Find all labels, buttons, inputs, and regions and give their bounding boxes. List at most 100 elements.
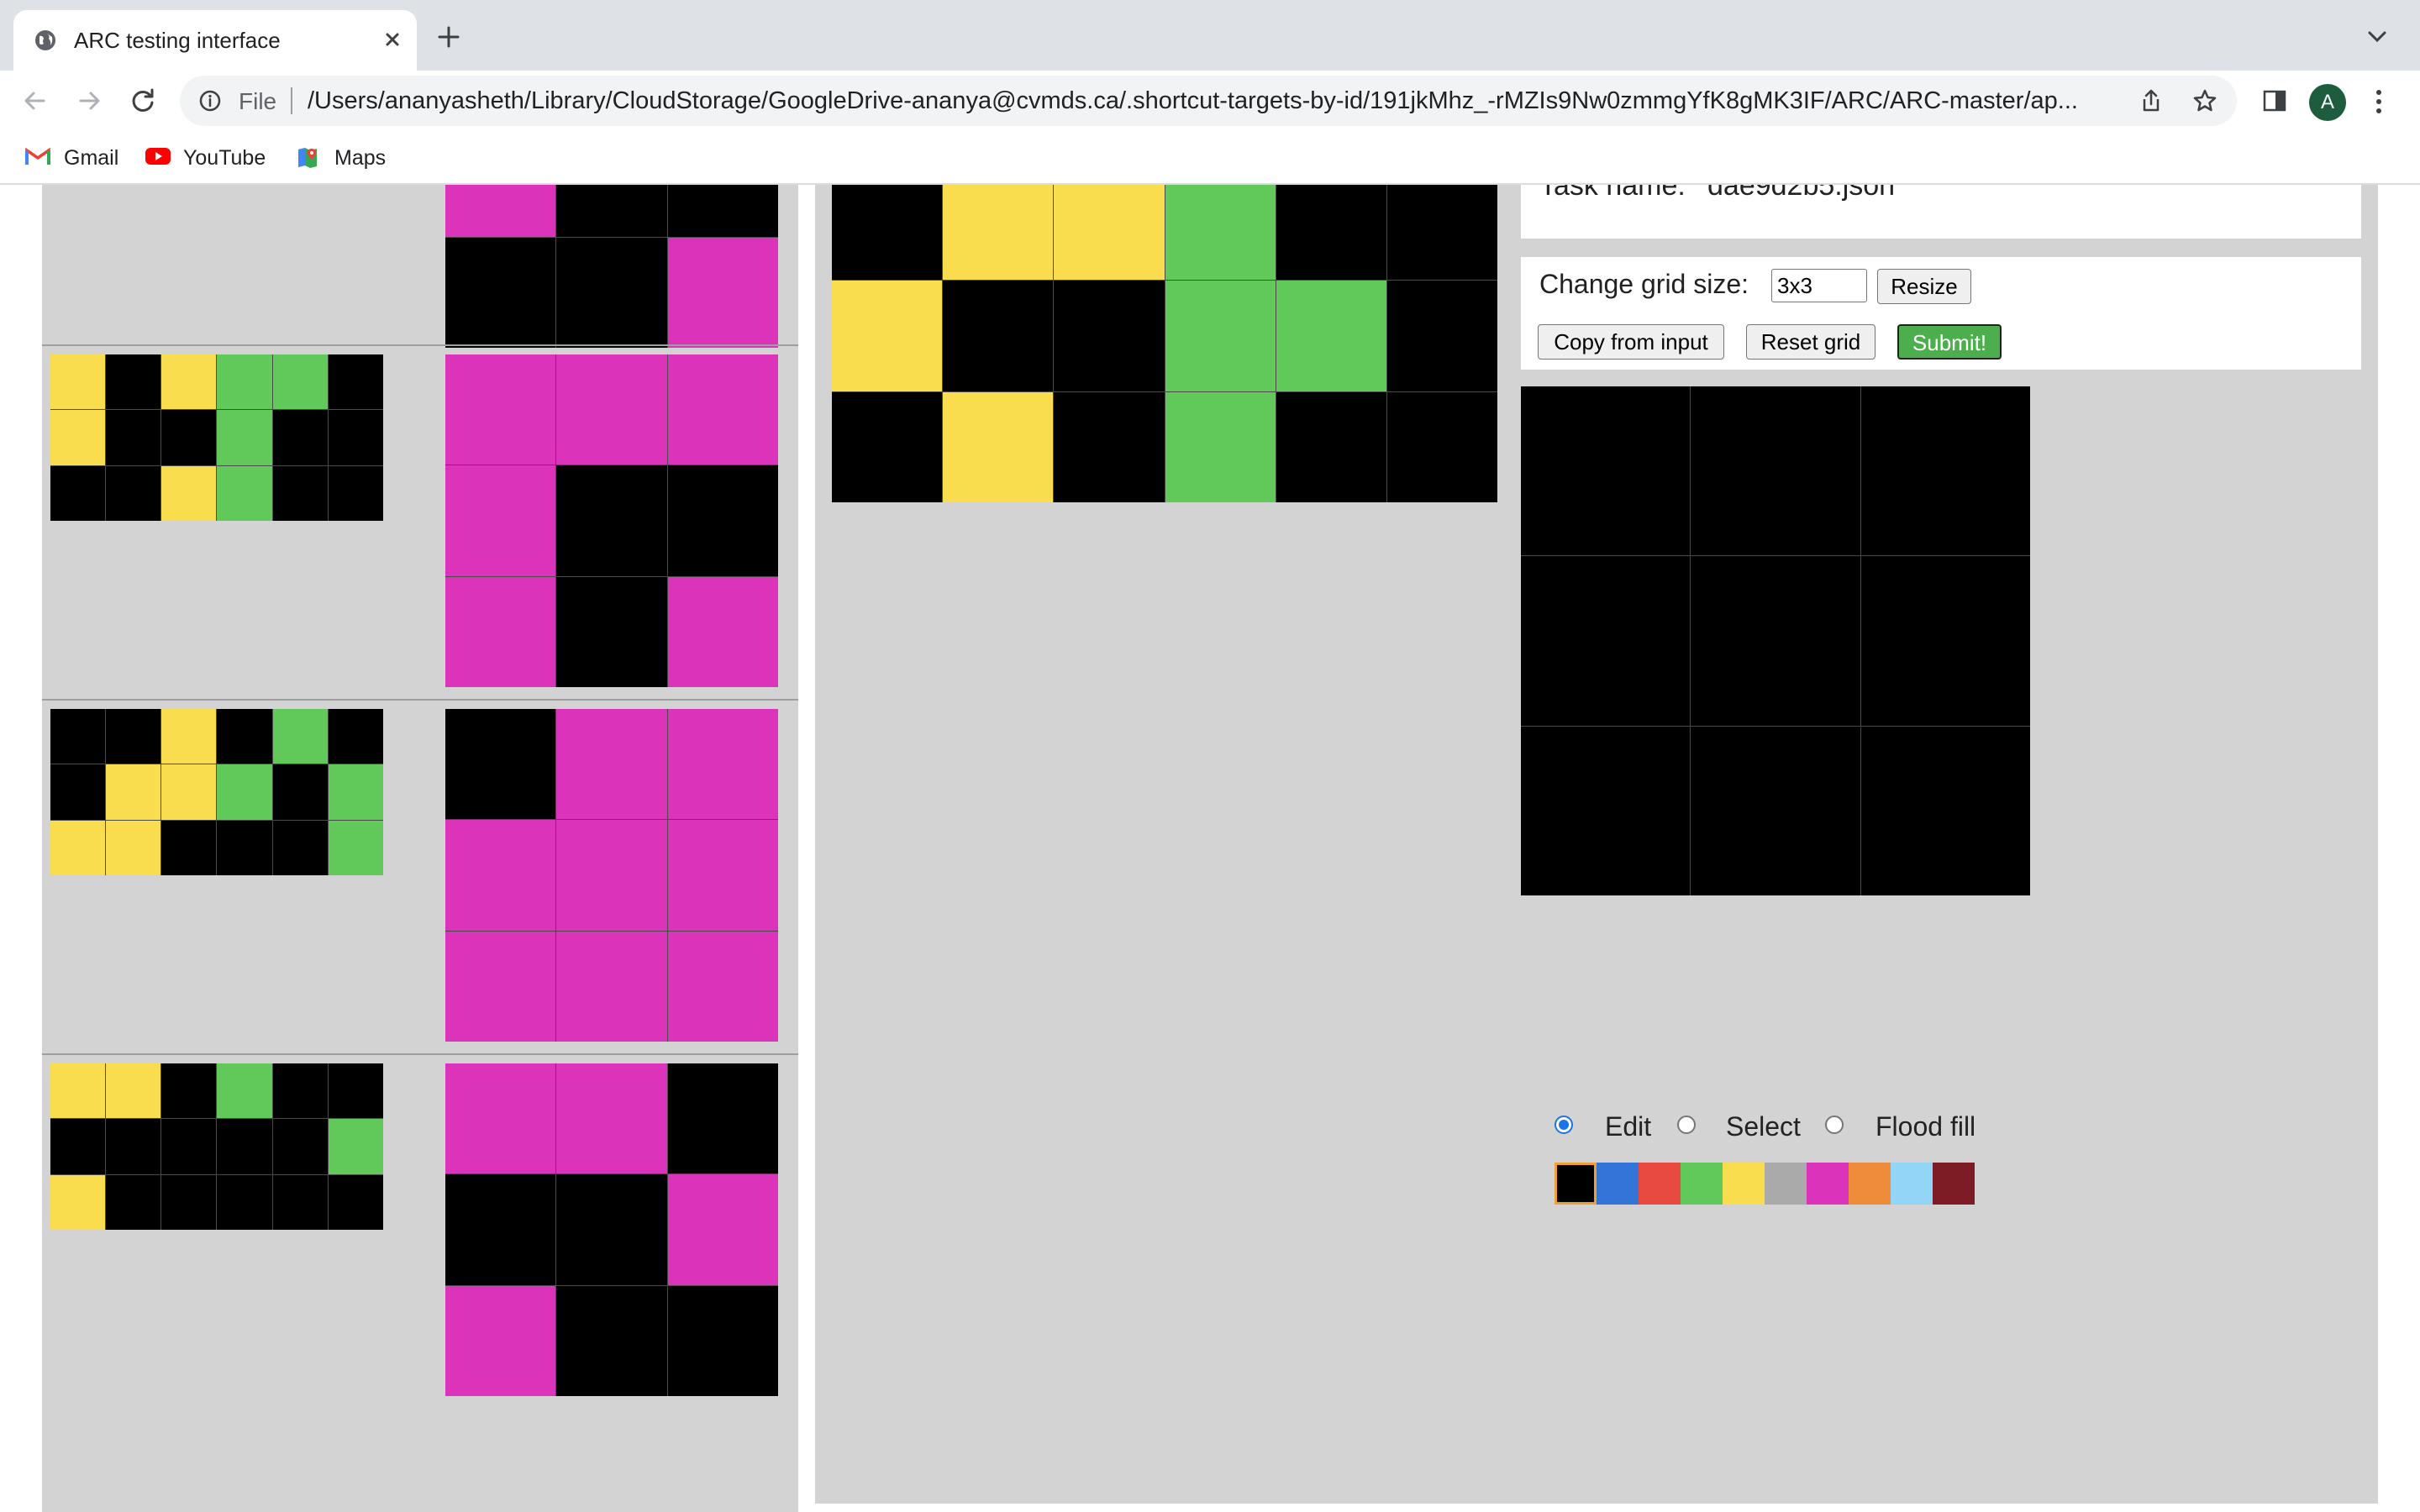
grid-cell: [328, 1119, 383, 1174]
grid-cell: [556, 931, 667, 1042]
grid-cell: [161, 1119, 217, 1174]
color-swatch[interactable]: [1891, 1163, 1933, 1205]
back-arrow-icon[interactable]: [20, 86, 50, 116]
profile-avatar[interactable]: A: [2309, 84, 2346, 121]
reset-grid-button[interactable]: Reset grid: [1746, 324, 1876, 360]
task-name-value: dae9d2b5.json: [1707, 185, 1896, 202]
star-icon[interactable]: [2191, 87, 2218, 114]
color-swatch[interactable]: [1639, 1163, 1681, 1205]
grid-cell: [832, 281, 943, 391]
grid-cell: [445, 576, 556, 687]
color-swatch[interactable]: [1723, 1163, 1765, 1205]
gmail-icon: [25, 146, 50, 166]
grid-cell: [50, 1119, 106, 1174]
grid-cell: [445, 1285, 556, 1396]
grid-cell: [556, 354, 667, 465]
grid-cell: [328, 354, 383, 410]
address-bar[interactable]: File /Users/ananyasheth/Library/CloudSto…: [180, 76, 2237, 126]
select-radio[interactable]: [1677, 1116, 1696, 1134]
grid-cell: [161, 465, 217, 521]
grid-controls: Change grid size: Resize Copy from input…: [1521, 257, 2361, 370]
grid-cell: [272, 354, 328, 410]
grid-cell: [667, 709, 778, 820]
demo-input-grid: [50, 354, 383, 521]
grid-cell: [106, 764, 161, 820]
grid-size-input[interactable]: [1771, 269, 1867, 302]
color-swatch[interactable]: [1681, 1163, 1723, 1205]
grid-cell: [272, 1174, 328, 1230]
bookmark-label: Maps: [334, 146, 387, 170]
grid-cell[interactable]: [1521, 386, 1691, 556]
demonstration-examples-panel: [42, 185, 798, 1512]
color-swatch[interactable]: [1597, 1163, 1639, 1205]
grid-cell: [832, 391, 943, 502]
grid-cell: [328, 709, 383, 764]
color-swatch[interactable]: [1849, 1163, 1891, 1205]
grid-cell: [943, 391, 1054, 502]
grid-cell: [667, 576, 778, 687]
demo-output-grid: [445, 354, 778, 687]
grid-cell: [556, 576, 667, 687]
grid-cell[interactable]: [1691, 726, 1860, 895]
color-swatch[interactable]: [1765, 1163, 1807, 1205]
close-icon[interactable]: [380, 27, 405, 52]
grid-cell: [272, 1119, 328, 1174]
submit-button[interactable]: Submit!: [1897, 324, 2002, 360]
grid-cell: [556, 1174, 667, 1285]
grid-cell: [161, 820, 217, 875]
copy-from-input-button[interactable]: Copy from input: [1538, 324, 1724, 360]
grid-cell: [161, 709, 217, 764]
browser-tab[interactable]: ARC testing interface: [13, 10, 417, 71]
grid-cell: [272, 764, 328, 820]
grid-cell: [50, 820, 106, 875]
grid-cell: [272, 820, 328, 875]
grid-cell: [943, 281, 1054, 391]
grid-cell: [328, 1174, 383, 1230]
grid-cell: [1276, 185, 1386, 281]
color-swatch[interactable]: [1555, 1163, 1597, 1205]
bookmarks-bar: Gmail YouTube Maps: [0, 131, 2420, 185]
bookmark-label: Gmail: [64, 146, 119, 170]
grid-cell: [445, 354, 556, 465]
side-panel-icon[interactable]: [2262, 89, 2287, 113]
info-icon[interactable]: [198, 89, 222, 113]
grid-cell: [217, 354, 272, 410]
grid-cell: [217, 410, 272, 465]
grid-cell: [556, 185, 667, 237]
grid-cell[interactable]: [1521, 556, 1691, 726]
pair-divider: [42, 699, 798, 701]
grid-cell: [445, 185, 556, 237]
demo-output-grid: [445, 709, 778, 1042]
grid-cell[interactable]: [1691, 556, 1860, 726]
grid-cell[interactable]: [1691, 386, 1860, 556]
grid-cell[interactable]: [1860, 556, 2030, 726]
url-text[interactable]: /Users/ananyasheth/Library/CloudStorage/…: [308, 88, 2123, 114]
color-swatch[interactable]: [1807, 1163, 1849, 1205]
grid-cell: [50, 709, 106, 764]
grid-cell: [50, 764, 106, 820]
plus-icon[interactable]: [437, 25, 460, 49]
grid-cell[interactable]: [1860, 726, 2030, 895]
grid-cell: [445, 709, 556, 820]
share-icon[interactable]: [2138, 87, 2165, 114]
select-label: Select: [1726, 1111, 1801, 1142]
grid-cell: [217, 764, 272, 820]
grid-cell[interactable]: [1521, 726, 1691, 895]
flood-fill-radio[interactable]: [1825, 1116, 1844, 1134]
grid-cell[interactable]: [1860, 386, 2030, 556]
url-scheme-label: File: [239, 88, 277, 114]
pair-divider: [42, 1053, 798, 1055]
color-swatch[interactable]: [1933, 1163, 1975, 1205]
forward-arrow-icon[interactable]: [74, 86, 104, 116]
test-output-grid[interactable]: [1521, 386, 2030, 895]
test-input-grid: [832, 185, 1497, 502]
grid-cell: [1276, 391, 1386, 502]
more-menu-icon[interactable]: [2373, 87, 2385, 116]
grid-cell: [1054, 391, 1165, 502]
resize-button[interactable]: Resize: [1877, 269, 1971, 304]
edit-radio[interactable]: [1555, 1116, 1573, 1134]
chevron-down-icon[interactable]: [2366, 29, 2388, 44]
reload-icon[interactable]: [128, 86, 158, 116]
grid-cell: [1386, 281, 1497, 391]
grid-cell: [272, 1063, 328, 1119]
